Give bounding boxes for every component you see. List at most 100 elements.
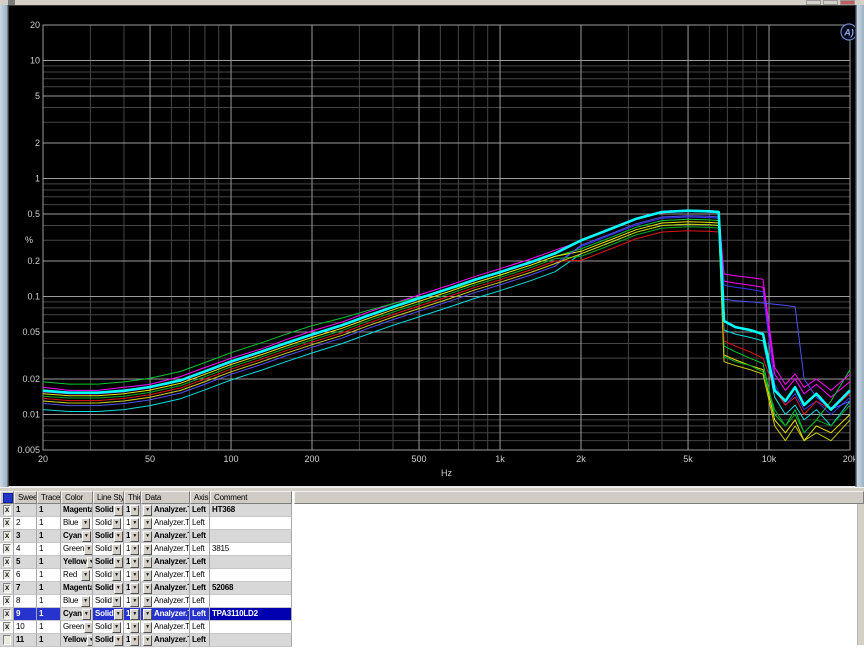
dropdown-button-data[interactable]: ▼ <box>143 609 152 620</box>
trace-cell[interactable]: 1 <box>37 517 61 530</box>
trace-cell[interactable]: 1 <box>37 595 61 608</box>
axis-cell[interactable]: Left <box>190 517 210 530</box>
dropdown-button-data[interactable]: ▼ <box>143 531 152 542</box>
sweep-cell[interactable]: 9 <box>14 608 37 621</box>
dropdown-button-line_style[interactable]: ▼ <box>112 518 121 529</box>
dropdown-button-line_style[interactable]: ▼ <box>114 609 123 620</box>
data-cell[interactable]: ▼Analyzer.THD+N <box>141 608 190 621</box>
axis-cell[interactable]: Left <box>190 556 210 569</box>
dropdown-button-color[interactable]: ▼ <box>84 544 93 555</box>
color-cell[interactable]: Cyan▼ <box>61 530 93 543</box>
table-row-sweep-3[interactable]: x31Cyan▼Solid▼1▼▼Analyzer.THD+NLeft <box>0 530 292 543</box>
checkbox-cell[interactable]: x <box>0 504 14 517</box>
dropdown-button-thick[interactable]: ▼ <box>130 505 139 516</box>
data-cell[interactable]: ▼Analyzer.THD+N <box>141 504 190 517</box>
axis-cell[interactable]: Left <box>190 504 210 517</box>
thick-cell[interactable]: 1▼ <box>124 530 141 543</box>
dropdown-button-line_style[interactable]: ▼ <box>112 622 121 633</box>
data-cell[interactable]: ▼Analyzer.THD+N <box>141 556 190 569</box>
row-checked-box[interactable]: x <box>3 531 11 541</box>
dropdown-button-data[interactable]: ▼ <box>143 583 152 594</box>
dropdown-button-line_style[interactable]: ▼ <box>112 544 121 555</box>
sweep-cell[interactable]: 2 <box>14 517 37 530</box>
line_style-cell[interactable]: Solid▼ <box>93 543 124 556</box>
dropdown-button-data[interactable]: ▼ <box>143 635 152 646</box>
checkbox-cell[interactable]: x <box>0 582 14 595</box>
color-cell[interactable]: Blue▼ <box>61 595 93 608</box>
table-corner-cell[interactable] <box>0 491 14 504</box>
dropdown-button-color[interactable]: ▼ <box>81 518 90 529</box>
data-cell[interactable]: ▼Analyzer.THD+N <box>141 569 190 582</box>
data-cell[interactable]: ▼Analyzer.THD+N <box>141 621 190 634</box>
axis-cell[interactable]: Left <box>190 530 210 543</box>
data-cell[interactable]: ▼Analyzer.THD+N <box>141 595 190 608</box>
dropdown-button-thick[interactable]: ▼ <box>130 544 139 555</box>
row-checked-box[interactable]: x <box>3 557 11 567</box>
line_style-cell[interactable]: Solid▼ <box>93 517 124 530</box>
axis-cell[interactable]: Left <box>190 634 210 647</box>
dropdown-button-thick[interactable]: ▼ <box>130 557 139 568</box>
sweep-cell[interactable]: 10 <box>14 621 37 634</box>
data-cell[interactable]: ▼Analyzer.THD+N <box>141 582 190 595</box>
comment-cell[interactable] <box>210 517 292 530</box>
row-checked-box[interactable]: x <box>3 544 11 554</box>
row-checked-box[interactable]: x <box>3 570 11 580</box>
checkbox-cell[interactable]: x <box>0 556 14 569</box>
thick-cell[interactable]: 1▼ <box>124 504 141 517</box>
color-cell[interactable]: Blue▼ <box>61 517 93 530</box>
comment-cell[interactable]: TPA3110LD2 <box>210 608 292 621</box>
dropdown-button-data[interactable]: ▼ <box>143 544 152 555</box>
comment-cell[interactable] <box>210 569 292 582</box>
table-row-sweep-9[interactable]: x91Cyan▼Solid▼1▼▼Analyzer.THD+NLeftTPA31… <box>0 608 292 621</box>
table-row-sweep-1[interactable]: x11Magenta▼Solid▼1▼▼Analyzer.THD+NLeftHT… <box>0 504 292 517</box>
thick-cell[interactable]: 1▼ <box>124 517 141 530</box>
line_style-cell[interactable]: Solid▼ <box>93 556 124 569</box>
dropdown-button-line_style[interactable]: ▼ <box>114 583 123 594</box>
thick-cell[interactable]: 1▼ <box>124 582 141 595</box>
trace-cell[interactable]: 1 <box>37 504 61 517</box>
dropdown-button-data[interactable]: ▼ <box>143 622 152 633</box>
dropdown-button-color[interactable]: ▼ <box>82 531 91 542</box>
sweep-cell[interactable]: 8 <box>14 595 37 608</box>
data-cell[interactable]: ▼Analyzer.THD+N <box>141 634 190 647</box>
comment-cell[interactable] <box>210 556 292 569</box>
axis-cell[interactable]: Left <box>190 595 210 608</box>
thick-cell[interactable]: 1▼ <box>124 608 141 621</box>
dropdown-button-thick[interactable]: ▼ <box>130 583 139 594</box>
thick-cell[interactable]: 1▼ <box>124 595 141 608</box>
checkbox-cell[interactable]: x <box>0 621 14 634</box>
thick-cell[interactable]: 1▼ <box>124 621 141 634</box>
color-cell[interactable]: Green▼ <box>61 543 93 556</box>
comment-cell[interactable]: 52068 <box>210 582 292 595</box>
dropdown-button-data[interactable]: ▼ <box>143 505 152 516</box>
axis-cell[interactable]: Left <box>190 543 210 556</box>
dropdown-button-thick[interactable]: ▼ <box>130 596 139 607</box>
dropdown-button-color[interactable]: ▼ <box>81 596 90 607</box>
comment-cell[interactable]: HT368 <box>210 504 292 517</box>
color-cell[interactable]: Green▼ <box>61 621 93 634</box>
trace-cell[interactable]: 1 <box>37 621 61 634</box>
row-unchecked-box[interactable] <box>3 635 11 645</box>
thick-cell[interactable]: 1▼ <box>124 634 141 647</box>
line_style-cell[interactable]: Solid▼ <box>93 608 124 621</box>
sweep-cell[interactable]: 5 <box>14 556 37 569</box>
trace-cell[interactable]: 1 <box>37 569 61 582</box>
dropdown-button-line_style[interactable]: ▼ <box>114 635 123 646</box>
dropdown-button-line_style[interactable]: ▼ <box>114 557 123 568</box>
table-row-sweep-7[interactable]: x71Magenta▼Solid▼1▼▼Analyzer.THD+NLeft52… <box>0 582 292 595</box>
line_style-cell[interactable]: Solid▼ <box>93 621 124 634</box>
comment-cell[interactable] <box>210 530 292 543</box>
color-cell[interactable]: Yellow▼ <box>61 634 93 647</box>
data-cell[interactable]: ▼Analyzer.THD+N <box>141 517 190 530</box>
color-cell[interactable]: Cyan▼ <box>61 608 93 621</box>
dropdown-button-thick[interactable]: ▼ <box>130 570 139 581</box>
row-checked-box[interactable]: x <box>3 518 11 528</box>
line_style-cell[interactable]: Solid▼ <box>93 569 124 582</box>
sweep-cell[interactable]: 11 <box>14 634 37 647</box>
comment-cell[interactable]: 3815 <box>210 543 292 556</box>
checkbox-cell[interactable] <box>0 634 14 647</box>
thick-cell[interactable]: 1▼ <box>124 556 141 569</box>
row-checked-box[interactable]: x <box>3 596 11 606</box>
data-cell[interactable]: ▼Analyzer.THD+N <box>141 530 190 543</box>
checkbox-cell[interactable]: x <box>0 530 14 543</box>
